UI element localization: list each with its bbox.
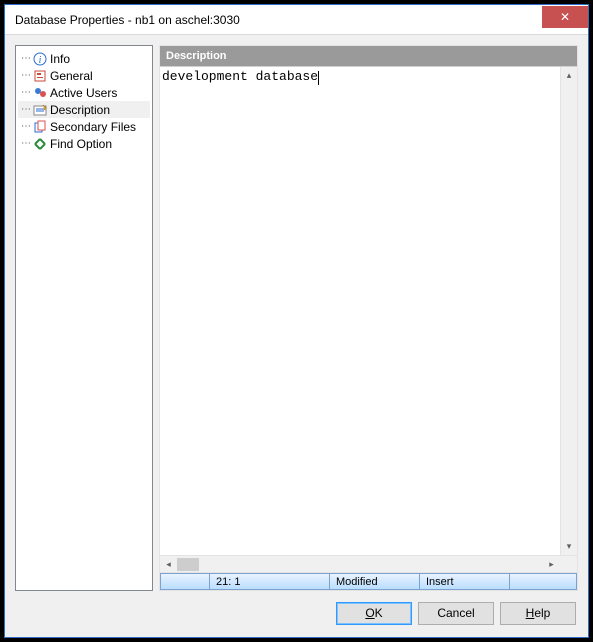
status-cursor-position: 21: 1 — [210, 573, 330, 590]
dialog-window: Database Properties - nb1 on aschel:3030… — [4, 4, 589, 638]
scroll-corner — [560, 556, 577, 572]
vscroll-track[interactable] — [561, 84, 577, 538]
svg-text:i: i — [39, 55, 42, 66]
hscroll-thumb[interactable] — [177, 558, 199, 571]
editor-statusbar: 21: 1 Modified Insert — [160, 572, 577, 590]
nav-item-active-users[interactable]: ⋯ Active Users — [18, 84, 150, 101]
nav-item-label: Description — [50, 103, 110, 117]
ok-button[interactable]: OK — [336, 602, 412, 625]
horizontal-scrollbar[interactable]: ◂ ▸ — [160, 555, 577, 572]
tree-collapse-icon: ⋯ — [20, 87, 32, 98]
description-editor[interactable]: development database — [160, 67, 560, 555]
nav-item-label: Info — [50, 52, 70, 66]
status-cell-spacer — [510, 573, 577, 590]
tree-collapse-icon: ⋯ — [20, 138, 32, 149]
status-insert-mode: Insert — [420, 573, 510, 590]
close-button[interactable]: ✕ — [542, 6, 588, 28]
content-pane: Description development database ▴ ▾ ◂ ▸ — [159, 45, 578, 591]
nav-item-label: Find Option — [50, 137, 112, 151]
panes: ⋯ i Info ⋯ General ⋯ — [15, 45, 578, 591]
nav-item-info[interactable]: ⋯ i Info — [18, 50, 150, 67]
status-modified: Modified — [330, 573, 420, 590]
cancel-button[interactable]: Cancel — [418, 602, 494, 625]
nav-item-label: Secondary Files — [50, 120, 136, 134]
status-cell-empty — [160, 573, 210, 590]
tree-collapse-icon: ⋯ — [20, 53, 32, 64]
nav-item-label: General — [50, 69, 93, 83]
nav-pane: ⋯ i Info ⋯ General ⋯ — [15, 45, 153, 591]
hscroll-track[interactable] — [177, 556, 543, 572]
tree-collapse-icon: ⋯ — [20, 70, 32, 81]
editor-content: development database — [162, 69, 318, 84]
help-button[interactable]: Help — [500, 602, 576, 625]
info-icon: i — [32, 51, 48, 67]
users-icon — [32, 85, 48, 101]
nav-item-description[interactable]: ⋯ Description — [18, 101, 150, 118]
titlebar[interactable]: Database Properties - nb1 on aschel:3030… — [5, 5, 588, 35]
tree-collapse-icon: ⋯ — [20, 121, 32, 132]
scroll-left-icon[interactable]: ◂ — [160, 556, 177, 572]
files-icon — [32, 119, 48, 135]
scroll-up-icon[interactable]: ▴ — [561, 67, 577, 84]
button-row: OK Cancel Help — [15, 591, 578, 627]
window-title: Database Properties - nb1 on aschel:3030 — [15, 13, 542, 27]
scroll-down-icon[interactable]: ▾ — [561, 538, 577, 555]
editor-wrap: development database ▴ ▾ — [160, 66, 577, 555]
scroll-right-icon[interactable]: ▸ — [543, 556, 560, 572]
nav-item-label: Active Users — [50, 86, 117, 100]
tree-collapse-icon: ⋯ — [20, 104, 32, 115]
nav-item-find-option[interactable]: ⋯ Find Option — [18, 135, 150, 152]
dialog-body: ⋯ i Info ⋯ General ⋯ — [5, 35, 588, 637]
general-icon — [32, 68, 48, 84]
find-icon — [32, 136, 48, 152]
nav-item-secondary-files[interactable]: ⋯ Secondary Files — [18, 118, 150, 135]
close-icon: ✕ — [560, 10, 570, 24]
text-cursor — [318, 71, 319, 85]
vertical-scrollbar[interactable]: ▴ ▾ — [560, 67, 577, 555]
content-header: Description — [160, 46, 577, 66]
desc-icon — [32, 102, 48, 118]
nav-item-general[interactable]: ⋯ General — [18, 67, 150, 84]
